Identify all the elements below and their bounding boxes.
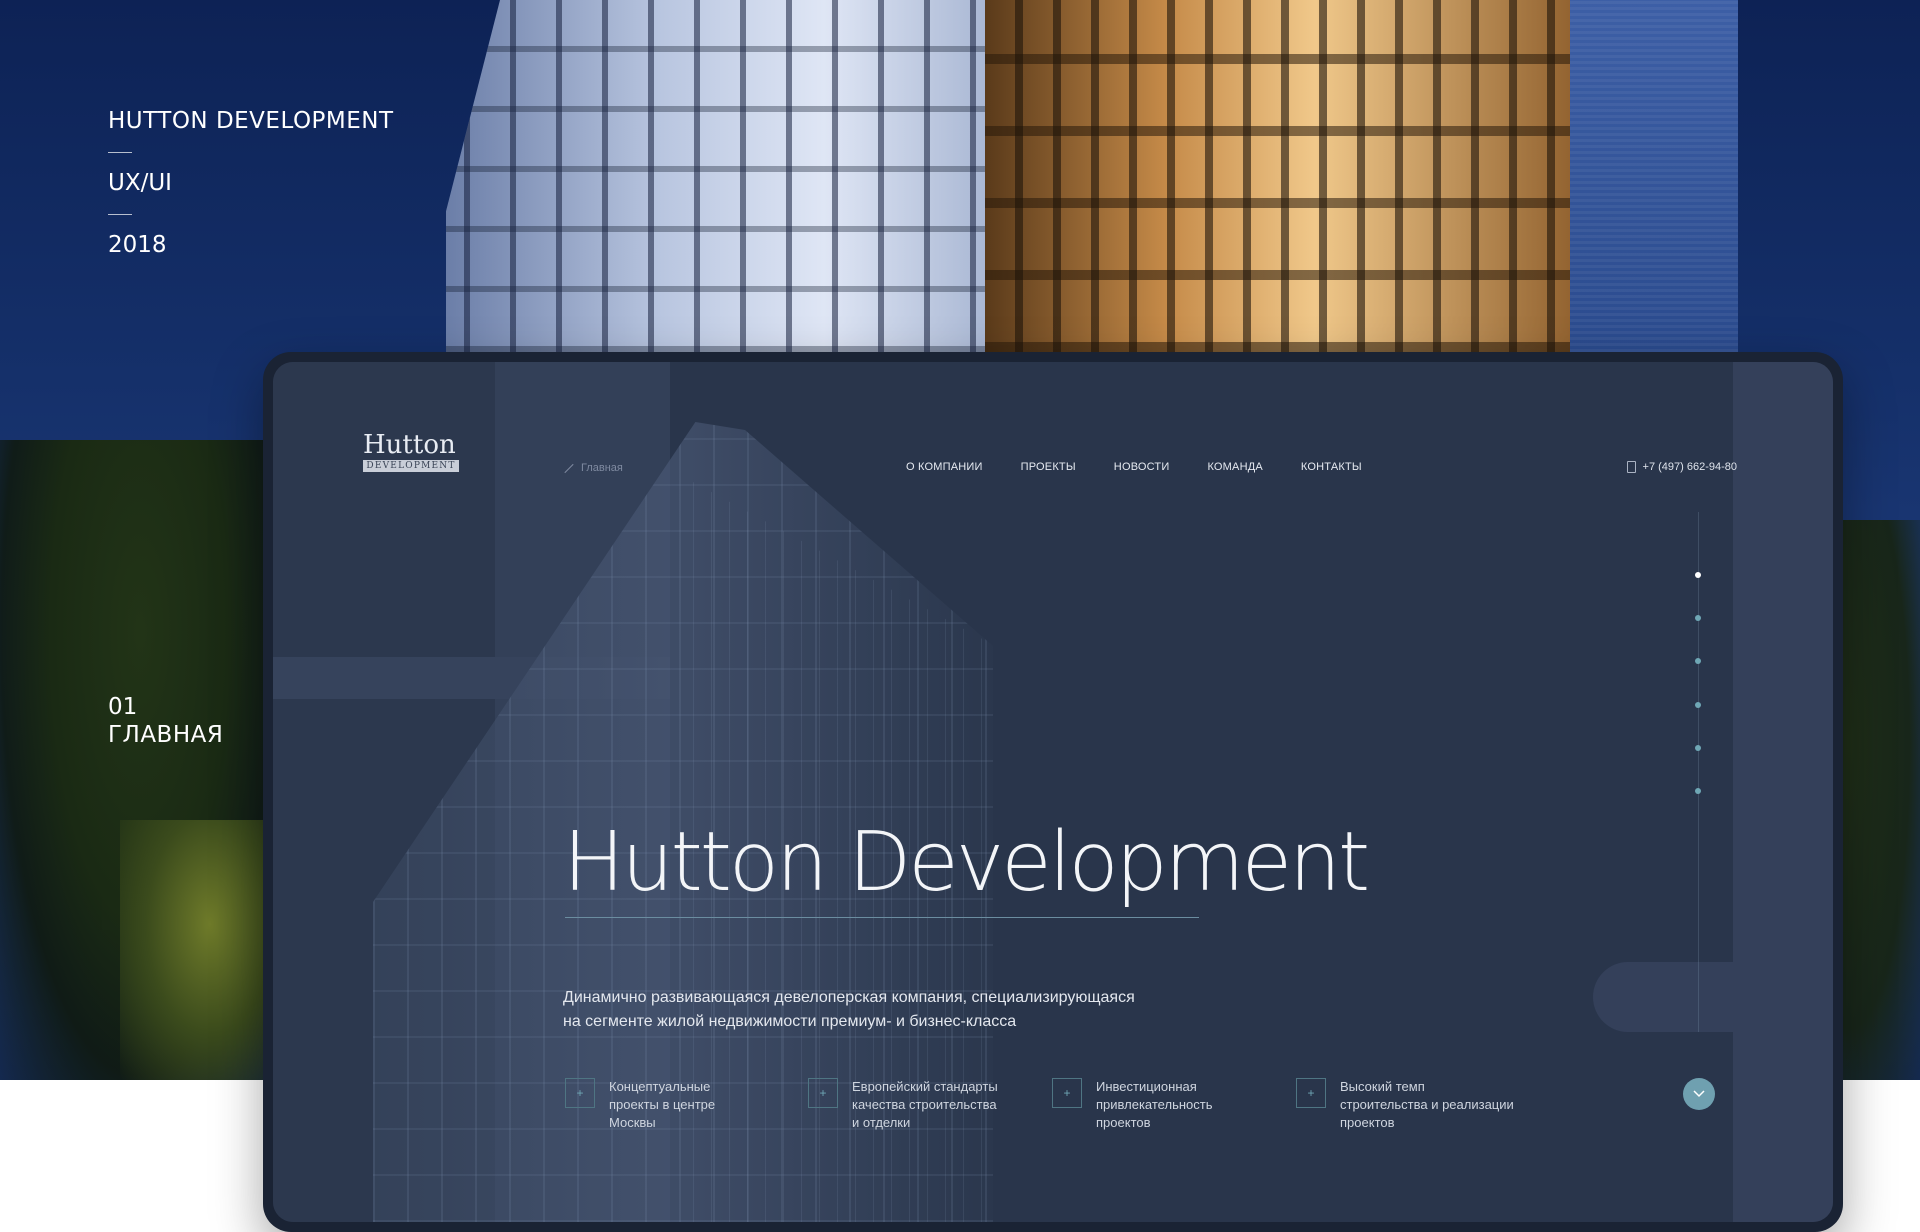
nav-item-about[interactable]: О КОМПАНИИ [906, 461, 983, 473]
breadcrumb-label: Главная [581, 462, 623, 474]
hero-underline [565, 917, 1199, 918]
feature-text: Концептуальные проекты в центре Москвы [609, 1079, 716, 1130]
slider-dot-1[interactable] [1695, 572, 1701, 578]
logo[interactable]: Hutton DEVELOPMENT [363, 432, 459, 472]
slider-dot-3[interactable] [1695, 658, 1701, 664]
slider-track [1698, 512, 1699, 1032]
plus-icon[interactable]: + [1296, 1078, 1326, 1108]
slider-dot-6[interactable] [1695, 788, 1701, 794]
phone-number: +7 (497) 662-94-80 [1642, 461, 1737, 473]
feature-item: + Европейский стандарты качества строите… [808, 1078, 1042, 1132]
building-facade-lit [985, 0, 1585, 352]
breadcrumb[interactable]: Главная [563, 462, 623, 474]
slider-dot-5[interactable] [1695, 745, 1701, 751]
feature-text: Европейский стандарты качества строитель… [852, 1079, 998, 1130]
feature-text: Высокий темп строительства и реализации … [1340, 1079, 1514, 1130]
plus-icon[interactable]: + [565, 1078, 595, 1108]
page-title: ГЛАВНАЯ [108, 722, 224, 748]
hero-title: Hutton Development [563, 815, 1370, 910]
feature-item: + Концептуальные проекты в центре Москвы [565, 1078, 799, 1132]
chevron-down-icon [1693, 1090, 1705, 1098]
hero-description-line: на сегменте жилой недвижимости премиум- … [563, 1013, 1017, 1030]
bg-panel-right [1733, 362, 1833, 1222]
website-screen: Hutton DEVELOPMENT Главная О КОМПАНИИ ПР… [273, 362, 1833, 1222]
main-nav: О КОМПАНИИ ПРОЕКТЫ НОВОСТИ КОМАНДА КОНТА… [906, 461, 1362, 473]
nav-item-team[interactable]: КОМАНДА [1207, 461, 1262, 473]
logo-wordmark: Hutton [363, 430, 456, 460]
feature-item: + Инвестиционная привлекательность проек… [1052, 1078, 1286, 1132]
slash-icon [564, 463, 574, 473]
discipline: UX/UI [108, 170, 172, 196]
device-frame: Hutton DEVELOPMENT Главная О КОМПАНИИ ПР… [263, 352, 1843, 1232]
scroll-down-button[interactable] [1683, 1078, 1715, 1110]
slider-dot-4[interactable] [1695, 702, 1701, 708]
feature-item: + Высокий темп строительства и реализаци… [1296, 1078, 1530, 1132]
bg-panel-curve [1593, 962, 1753, 1032]
nav-item-news[interactable]: НОВОСТИ [1114, 461, 1170, 473]
phone-icon [1626, 461, 1636, 473]
year: 2018 [108, 232, 167, 258]
plus-icon[interactable]: + [808, 1078, 838, 1108]
project-name: HUTTON DEVELOPMENT [108, 108, 394, 134]
plus-icon[interactable]: + [1052, 1078, 1082, 1108]
divider [108, 152, 132, 153]
divider [108, 214, 132, 215]
hero-description: Динамично развивающаяся девелоперская ко… [563, 986, 1203, 1034]
building-facade-left [446, 0, 986, 352]
phone-link[interactable]: +7 (497) 662-94-80 [1626, 461, 1737, 473]
feature-text: Инвестиционная привлекательность проекто… [1096, 1079, 1213, 1130]
hero-description-line: Динамично развивающаяся девелоперская ко… [563, 989, 1135, 1006]
page-number: 01 [108, 694, 138, 720]
building-facade-side [1570, 0, 1738, 352]
slider-dot-2[interactable] [1695, 615, 1701, 621]
nav-item-contacts[interactable]: КОНТАКТЫ [1301, 461, 1362, 473]
nav-item-projects[interactable]: ПРОЕКТЫ [1021, 461, 1076, 473]
logo-subtitle: DEVELOPMENT [363, 460, 459, 472]
